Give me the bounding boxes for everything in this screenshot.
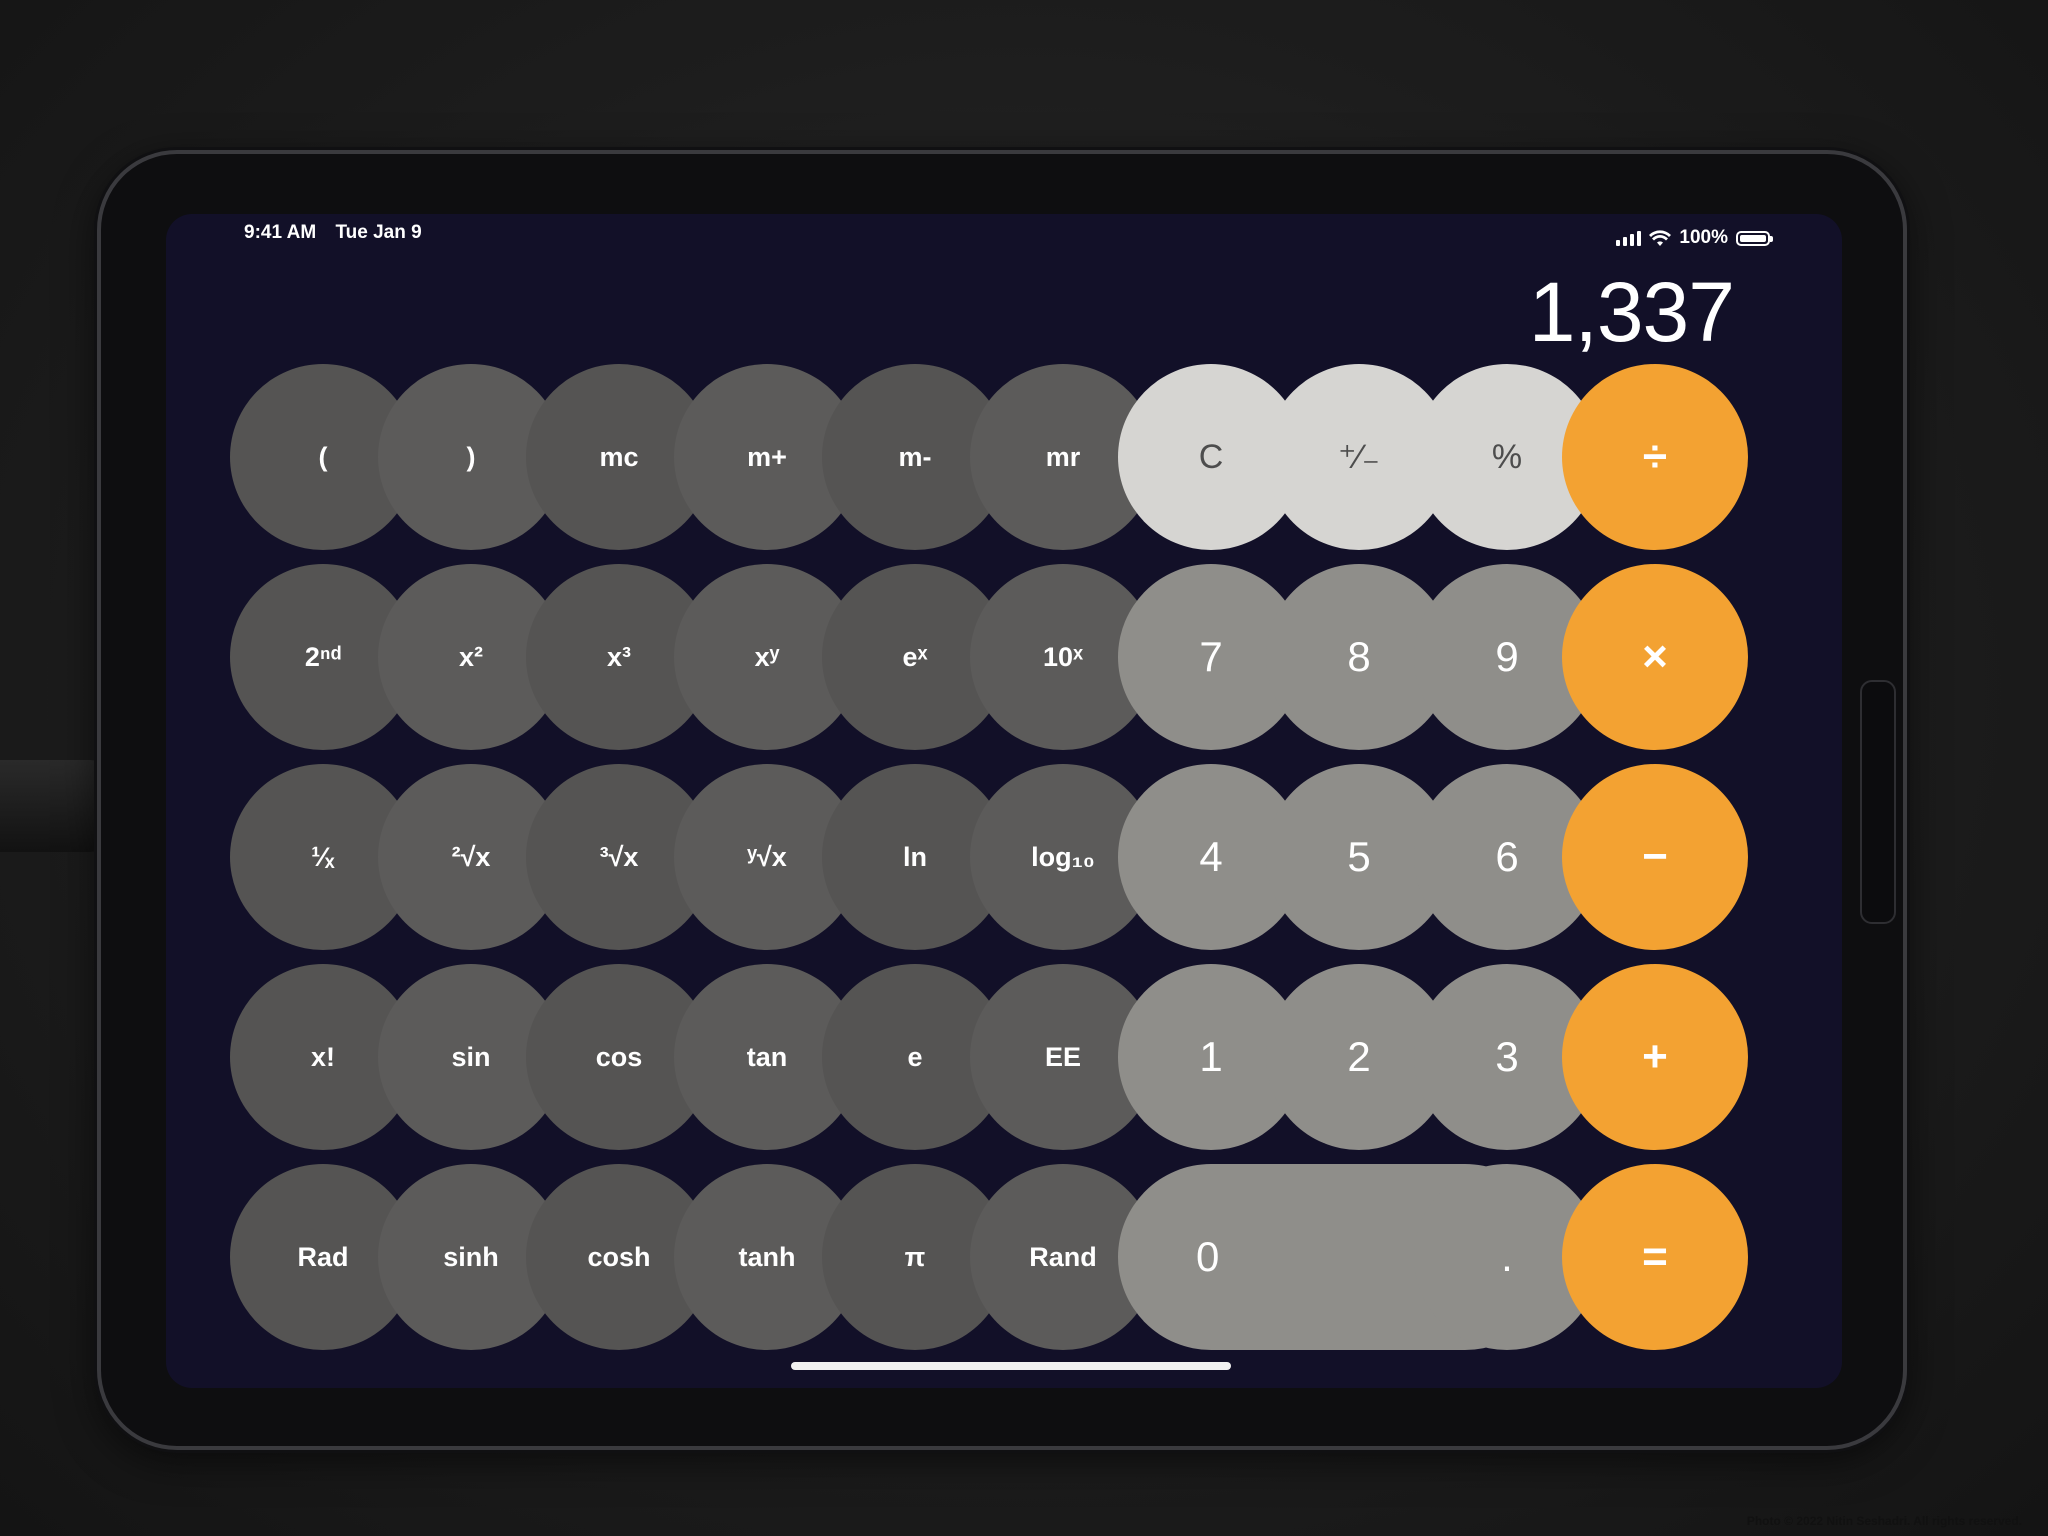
status-date: Tue Jan 9 bbox=[335, 222, 422, 243]
status-time: 9:41 AM bbox=[244, 222, 317, 243]
photo-credit: Photo © 2022 Nitin Seshadri. All rights … bbox=[1746, 1514, 2022, 1528]
status-bar-left: 9:41 AM Tue Jan 9 bbox=[244, 222, 436, 254]
subtract-button[interactable]: − bbox=[1562, 764, 1748, 950]
status-bar-right: 100% bbox=[1616, 222, 1773, 254]
cellular-signal-icon bbox=[1616, 230, 1642, 246]
wifi-icon bbox=[1649, 229, 1672, 246]
calculator-display: 1,337 bbox=[1528, 265, 1735, 359]
charging-cable bbox=[0, 760, 110, 852]
home-indicator[interactable] bbox=[791, 1362, 1231, 1370]
add-button[interactable]: + bbox=[1562, 964, 1748, 1150]
multiply-button[interactable]: × bbox=[1562, 564, 1748, 750]
battery-icon bbox=[1736, 230, 1773, 246]
ipad-screen: 9:41 AM Tue Jan 9 100% 1,337 ( ) mc m+ m… bbox=[166, 214, 1842, 1388]
divide-button[interactable]: ÷ bbox=[1562, 364, 1748, 550]
equals-button[interactable]: = bbox=[1562, 1164, 1748, 1350]
ipad-side-notch bbox=[1860, 680, 1896, 924]
battery-percent: 100% bbox=[1679, 227, 1728, 248]
